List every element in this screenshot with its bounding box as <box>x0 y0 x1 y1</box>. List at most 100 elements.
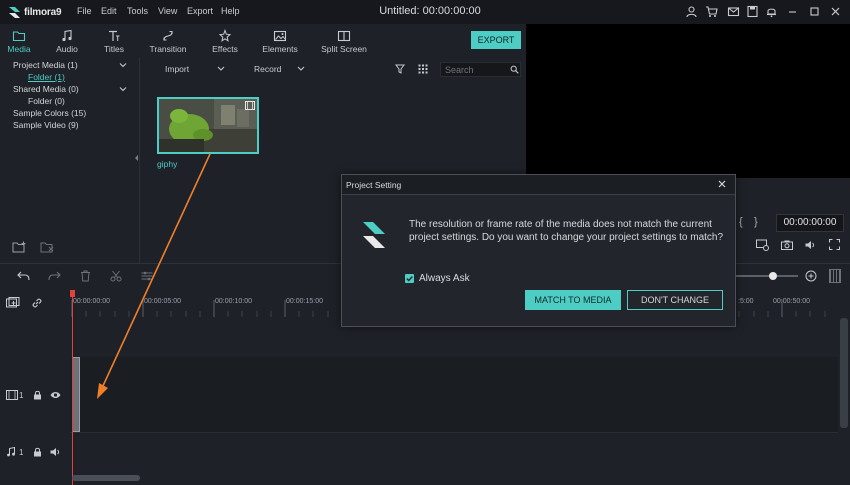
media-thumbnail-giphy[interactable] <box>157 97 259 154</box>
render-preview-icon[interactable] <box>756 239 769 251</box>
cart-icon[interactable] <box>705 5 718 18</box>
menu-tools[interactable]: Tools <box>127 0 148 24</box>
timeline-horizontal-scrollbar[interactable] <box>72 475 140 481</box>
playhead-handle[interactable] <box>70 290 75 297</box>
music-note-icon <box>62 29 72 42</box>
search-input[interactable]: Search <box>440 62 521 77</box>
link-icon[interactable] <box>31 297 43 309</box>
preview-timecode: 00:00:00:00 <box>776 214 844 232</box>
undo-icon[interactable] <box>17 270 30 282</box>
chevron-down-icon[interactable] <box>217 66 225 72</box>
chevron-down-icon[interactable] <box>119 85 127 93</box>
library-item-folder-1[interactable]: Folder (1) <box>28 72 65 82</box>
save-icon[interactable] <box>746 5 759 18</box>
ruler-tick-label: :5:00 <box>738 298 754 305</box>
library-item-project-media[interactable]: Project Media (1) <box>13 60 78 70</box>
library-item-sample-colors[interactable]: Sample Colors (15) <box>13 108 86 118</box>
image-icon <box>273 30 287 42</box>
filmora-logo-icon <box>363 222 385 248</box>
effects-icon <box>218 29 232 42</box>
always-ask-checkbox[interactable] <box>405 274 414 283</box>
menu-file[interactable]: File <box>77 0 92 24</box>
collapse-panel-icon[interactable] <box>134 154 139 162</box>
mark-in-button[interactable]: { <box>739 216 743 228</box>
delete-folder-icon[interactable] <box>40 241 55 254</box>
match-to-media-button[interactable]: MATCH TO MEDIA <box>525 290 621 310</box>
library-item-sample-video[interactable]: Sample Video (9) <box>13 120 79 130</box>
minimize-icon[interactable] <box>786 5 799 18</box>
notification-icon[interactable] <box>765 5 778 18</box>
always-ask-label: Always Ask <box>419 273 470 284</box>
search-icon[interactable] <box>510 65 519 74</box>
adjust-icon[interactable] <box>141 270 153 282</box>
library-item-shared-media[interactable]: Shared Media (0) <box>13 84 79 94</box>
user-icon[interactable] <box>685 5 698 18</box>
grid-view-icon[interactable] <box>418 64 428 74</box>
import-dropdown[interactable]: Import <box>165 64 189 74</box>
search-placeholder: Search <box>445 65 474 75</box>
filmora-logo-icon <box>9 6 20 18</box>
filter-icon[interactable] <box>395 64 405 74</box>
menu-export[interactable]: Export <box>187 0 213 24</box>
timeline-clip-drop-target[interactable] <box>72 357 80 432</box>
tab-transition-label: Transition <box>149 44 187 54</box>
ruler-tick-label: 00:00:10:00 <box>215 298 252 305</box>
library-item-folder-0[interactable]: Folder (0) <box>28 96 65 106</box>
close-icon[interactable] <box>829 5 842 18</box>
mail-icon[interactable] <box>727 5 740 18</box>
tab-effects[interactable]: Effects <box>197 24 253 58</box>
tab-titles[interactable]: Titles <box>86 24 142 58</box>
transition-icon <box>163 30 173 41</box>
dialog-title: Project Setting <box>346 180 402 190</box>
tab-elements[interactable]: Elements <box>252 24 308 58</box>
new-folder-icon[interactable] <box>12 241 27 254</box>
delete-icon[interactable] <box>80 270 91 282</box>
redo-icon[interactable] <box>48 270 61 282</box>
media-library-panel: Project Media (1) Folder (1) Shared Medi… <box>0 58 140 263</box>
export-button[interactable]: EXPORT <box>471 31 521 49</box>
tab-split-screen-label: Split Screen <box>321 44 367 54</box>
app-name: filmora9 <box>24 6 62 18</box>
project-setting-dialog: Project Setting The resolution or frame … <box>341 174 736 327</box>
audio-track-number: 1 <box>19 448 24 457</box>
zoom-in-icon[interactable] <box>805 270 817 282</box>
dont-change-button[interactable]: DON'T CHANGE <box>627 290 723 310</box>
add-track-icon[interactable] <box>6 297 20 309</box>
cut-icon[interactable] <box>110 270 122 282</box>
snapshot-icon[interactable] <box>781 240 793 250</box>
tab-transition[interactable]: Transition <box>140 24 196 58</box>
media-clip-name: giphy <box>157 159 178 169</box>
volume-icon[interactable] <box>50 447 61 457</box>
video-track[interactable] <box>70 357 838 432</box>
mark-out-button[interactable]: } <box>754 216 758 228</box>
app-logo: filmora9 <box>8 4 62 20</box>
audio-track[interactable] <box>70 432 838 472</box>
video-track-number: 1 <box>19 391 24 400</box>
fullscreen-icon[interactable] <box>829 239 840 250</box>
film-strip-icon <box>245 101 255 110</box>
timeline-vertical-scrollbar[interactable] <box>840 318 848 428</box>
timeline-settings-button[interactable] <box>829 269 841 283</box>
chevron-down-icon[interactable] <box>297 66 305 72</box>
text-icon <box>109 30 120 41</box>
eye-icon[interactable] <box>50 391 61 399</box>
zoom-slider-track[interactable] <box>736 275 798 277</box>
maximize-icon[interactable] <box>808 5 821 18</box>
window-title: Untitled: 00:00:00:00 <box>379 5 481 17</box>
tab-split-screen[interactable]: Split Screen <box>316 24 372 58</box>
video-thumbnail-image <box>159 99 257 152</box>
record-dropdown[interactable]: Record <box>254 64 281 74</box>
lock-icon[interactable] <box>33 447 42 457</box>
menu-edit[interactable]: Edit <box>101 0 117 24</box>
menu-help[interactable]: Help <box>221 0 240 24</box>
ruler-tick-label: 00:00:05:00 <box>144 298 181 305</box>
menu-view[interactable]: View <box>158 0 177 24</box>
video-track-icon <box>6 390 18 400</box>
zoom-slider-handle[interactable] <box>769 272 777 280</box>
chevron-down-icon[interactable] <box>119 61 127 69</box>
lock-icon[interactable] <box>33 390 42 400</box>
volume-icon[interactable] <box>805 240 816 250</box>
playhead-line[interactable] <box>72 290 73 485</box>
ruler-tick-label: 00:00:50:00 <box>773 298 810 305</box>
dialog-close-icon[interactable] <box>717 179 727 189</box>
